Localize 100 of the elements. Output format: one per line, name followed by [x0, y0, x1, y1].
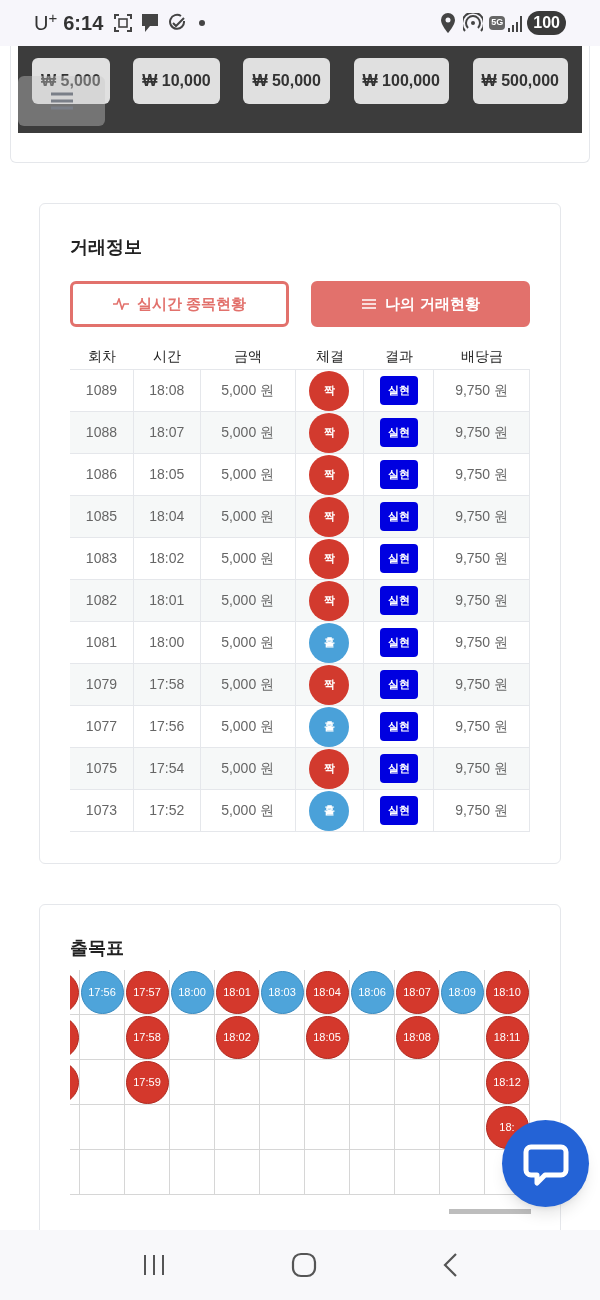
lines-icon: [361, 298, 378, 310]
result-badge: 실현: [379, 502, 418, 531]
table-cell: 9,750 원: [434, 496, 530, 537]
result-badge: 실현: [379, 544, 418, 573]
result-marker: 18:03: [260, 970, 304, 1014]
grid-cell: [260, 1105, 305, 1150]
grid-cell: [125, 1150, 170, 1195]
column-header: 결과: [385, 346, 414, 366]
column-header: 시간: [153, 346, 182, 366]
table-cell: 5,000 원: [200, 538, 296, 579]
table-cell: 9,750 원: [434, 538, 530, 579]
grid-cell: [215, 1150, 260, 1195]
table-cell: 17:52: [133, 790, 201, 831]
table-cell: 18:01: [133, 580, 201, 621]
table-cell: 18:07: [133, 412, 201, 453]
carrier-label: U$^{+}$: [34, 8, 58, 36]
column-header: 금액: [234, 346, 263, 366]
grid-cell: [350, 1150, 395, 1195]
table-cell: 18:05: [133, 454, 201, 495]
network-label: 5G: [489, 16, 506, 30]
table-cell: 9,750 원: [434, 454, 530, 495]
table-cell: 5,000 원: [200, 706, 296, 747]
amount-button[interactable]: ₩ 500,000: [472, 58, 568, 104]
table-cell: 9,750 원: [434, 622, 530, 663]
table-cell: 17:54: [133, 748, 201, 789]
grid-cell: [305, 1105, 350, 1150]
back-icon[interactable]: [441, 1252, 458, 1278]
table-cell: 9,750 원: [434, 580, 530, 621]
bet-badge: 짝: [309, 496, 350, 537]
result-marker: 17:56: [80, 970, 124, 1014]
column-header: 체결: [315, 346, 344, 366]
recent-apps-icon[interactable]: [142, 1254, 167, 1276]
column-header: 회차: [87, 346, 116, 366]
table-cell: 18:02: [133, 538, 201, 579]
result-marker: 18:12: [485, 1060, 529, 1104]
grid-cell: [260, 1150, 305, 1195]
result-marker: 18:01: [215, 970, 259, 1014]
bet-badge: 짝: [309, 370, 350, 411]
table-cell: 1088: [70, 412, 134, 453]
grid-cell: [170, 1150, 215, 1195]
table-cell: 9,750 원: [434, 790, 530, 831]
table-cell: 5,000 원: [200, 580, 296, 621]
check-circle-icon: [167, 13, 188, 33]
table-cell: 1085: [70, 496, 134, 537]
bet-badge: 짝: [309, 748, 350, 789]
bet-badge: 짝: [309, 538, 350, 579]
bet-badge: 짝: [309, 454, 350, 495]
bet-badge: 짝: [309, 664, 350, 705]
result-marker: 17:58: [125, 1015, 169, 1059]
table-cell: 5,000 원: [200, 664, 296, 705]
amount-button[interactable]: ₩ 10,000: [133, 58, 220, 104]
menu-button[interactable]: [18, 76, 105, 126]
scrollbar-thumb[interactable]: [449, 1209, 531, 1214]
grid-cell: [170, 1105, 215, 1150]
table-cell: 1086: [70, 454, 134, 495]
table-cell: 17:58: [133, 664, 201, 705]
grid-cell: [80, 1105, 125, 1150]
table-cell: 1083: [70, 538, 134, 579]
table-cell: 5,000 원: [200, 790, 296, 831]
table-cell: 1079: [70, 664, 134, 705]
message-icon: [141, 13, 160, 33]
table-cell: 18:08: [133, 370, 201, 411]
amount-button[interactable]: ₩ 100,000: [353, 58, 449, 104]
table-cell: 17:56: [133, 706, 201, 747]
table-cell: 1077: [70, 706, 134, 747]
amount-button[interactable]: ₩ 5,000: [32, 58, 110, 104]
grid-cell: [80, 1150, 125, 1195]
table-cell: 5,000 원: [200, 748, 296, 789]
grid-cell: [350, 1105, 395, 1150]
grid-cell: [395, 1105, 440, 1150]
result-marker: 18:02: [215, 1015, 259, 1059]
table-cell: 1075: [70, 748, 134, 789]
column-header: 배당금: [461, 346, 504, 366]
result-badge: 실현: [379, 586, 418, 615]
grid-cell: [305, 1150, 350, 1195]
grid-cell: [350, 1060, 395, 1105]
result-badge: 실현: [379, 754, 418, 783]
dot-icon: [199, 20, 206, 26]
table-cell: 18:04: [133, 496, 201, 537]
result-badge: 실현: [379, 628, 418, 657]
result-marker: 18:04: [305, 970, 349, 1014]
result-badge: 실현: [379, 670, 418, 699]
result-badge: 실현: [379, 418, 418, 447]
result-marker: 17:59: [125, 1060, 169, 1104]
result-marker: 18:07: [395, 970, 439, 1014]
clock-time: 6:14: [63, 11, 104, 36]
table-cell: 1081: [70, 622, 134, 663]
table-cell: 9,750 원: [434, 748, 530, 789]
result-marker: 18:11: [485, 1015, 529, 1059]
result-badge: 실현: [379, 796, 418, 825]
result-marker: 18:00: [170, 970, 214, 1014]
table-cell: 9,750 원: [434, 412, 530, 453]
amount-button[interactable]: ₩ 50,000: [243, 58, 330, 104]
result-marker: 18:08: [395, 1015, 439, 1059]
signal-icon: [507, 14, 524, 32]
grid-cell: [395, 1150, 440, 1195]
home-icon[interactable]: [291, 1252, 317, 1278]
bet-badge: 홀: [309, 790, 350, 831]
location-pin-icon: [441, 13, 456, 33]
result-marker: 18:10: [485, 970, 529, 1014]
